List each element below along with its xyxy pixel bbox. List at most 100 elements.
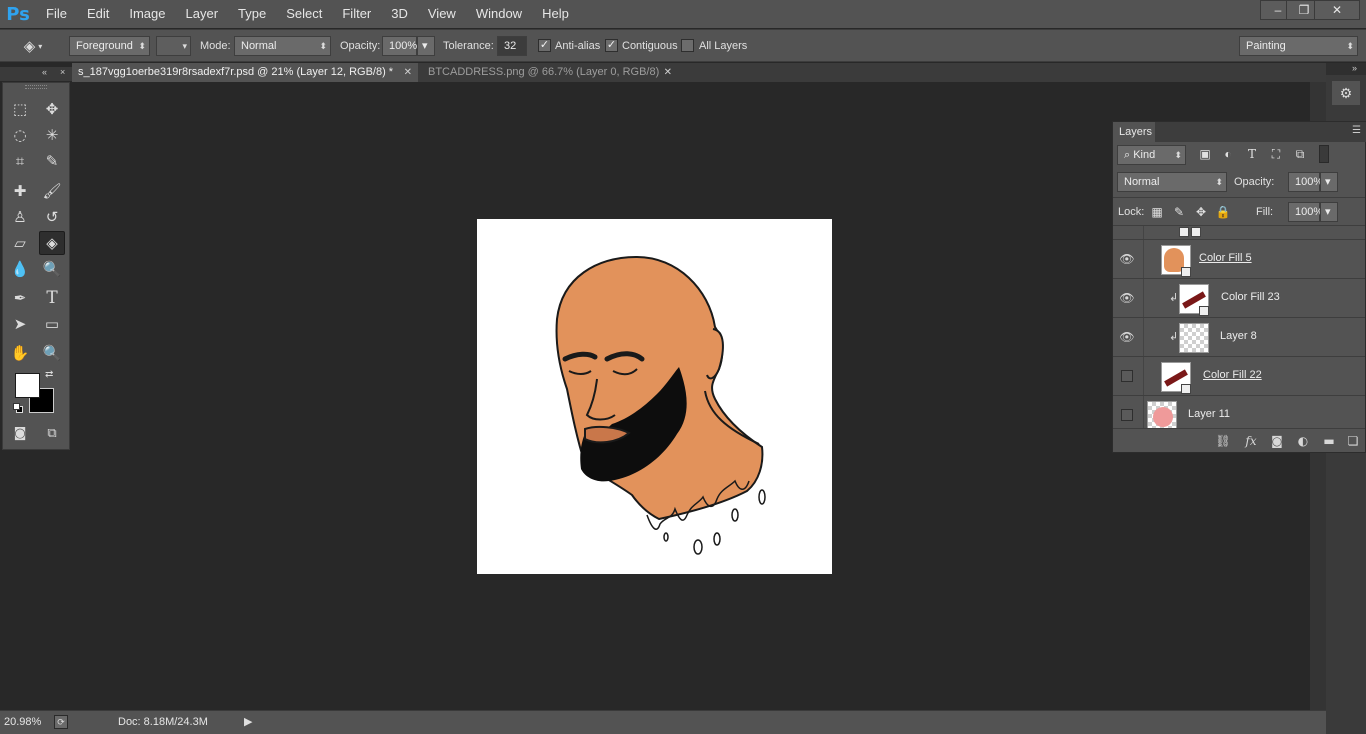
magic-wand-icon[interactable]: ✳ xyxy=(39,123,65,147)
tolerance-field[interactable]: 32 xyxy=(497,36,527,56)
new-group-icon[interactable]: ▬ xyxy=(1321,434,1337,448)
tool-preset-paint-bucket-icon[interactable]: ◈ ▾ xyxy=(18,34,48,58)
layer-name: Color Fill 5 xyxy=(1199,252,1252,264)
move-icon[interactable]: ✥ xyxy=(39,97,65,121)
menu-filter[interactable]: Filter xyxy=(332,0,381,28)
adjustment-layer-icon[interactable]: ◐ xyxy=(1295,434,1311,448)
menu-layer[interactable]: Layer xyxy=(176,0,229,28)
menu-edit[interactable]: Edit xyxy=(77,0,119,28)
close-button[interactable]: ✕ xyxy=(1314,0,1360,20)
stamp-icon[interactable]: ♙ xyxy=(7,205,33,229)
crop-icon[interactable]: ⌗ xyxy=(7,149,33,173)
layer-row-layer-11[interactable]: Layer 11 xyxy=(1113,395,1365,428)
layer-row-color-fill-22[interactable]: Color Fill 22 xyxy=(1113,356,1365,395)
tab-btcaddress-png[interactable]: BTCADDRESS.png @ 66.7% (Layer 0, RGB/8) … xyxy=(422,63,678,82)
share-icon[interactable]: ⟳ xyxy=(54,715,68,729)
layers-footer: ⛓ fx ◙ ◐ ▬ ❏ xyxy=(1113,428,1365,452)
default-colors-icon[interactable] xyxy=(13,403,23,413)
menu-type[interactable]: Type xyxy=(228,0,276,28)
paint-bucket-icon[interactable]: ◈ xyxy=(39,231,65,255)
tab-psd-document[interactable]: s_187vgg1oerbe319r8rsadexf7r.psd @ 21% (… xyxy=(72,63,418,82)
layer-style-icon[interactable]: fx xyxy=(1243,434,1259,448)
toolpanel-header[interactable]: « × xyxy=(0,67,72,81)
foreground-color-swatch[interactable] xyxy=(15,373,40,398)
swap-colors-icon[interactable]: ⇄ xyxy=(45,369,53,380)
filter-pixel-icon[interactable]: ▣ xyxy=(1197,146,1213,162)
grip-icon[interactable] xyxy=(25,85,47,89)
layer-opacity-label: Opacity: xyxy=(1234,176,1275,188)
add-mask-icon[interactable]: ◙ xyxy=(1269,434,1285,448)
hand-icon[interactable]: ✋ xyxy=(7,341,33,365)
marquee-icon[interactable]: ⬚ xyxy=(7,97,33,121)
close-icon[interactable]: × xyxy=(60,67,65,77)
fill-source-select[interactable]: Foreground ⬍ xyxy=(69,36,150,56)
menu-select[interactable]: Select xyxy=(276,0,332,28)
menu-3d[interactable]: 3D xyxy=(381,0,418,28)
antialias-checkbox[interactable]: ✓ xyxy=(538,39,551,52)
all-layers-checkbox[interactable] xyxy=(681,39,694,52)
lock-pixels-icon[interactable]: ✎ xyxy=(1171,204,1187,220)
lock-transparent-icon[interactable]: ▦ xyxy=(1149,204,1165,220)
filter-type-icon[interactable]: T xyxy=(1244,146,1260,162)
filter-shape-icon[interactable]: ⛶ xyxy=(1268,146,1284,162)
lasso-icon[interactable]: ◌ xyxy=(7,123,33,147)
menu-window[interactable]: Window xyxy=(466,0,532,28)
close-icon[interactable]: ✕ xyxy=(664,63,672,82)
contiguous-checkbox[interactable]: ✓ xyxy=(605,39,618,52)
layer-row-color-fill-5[interactable]: 👁 Color Fill 5 xyxy=(1113,239,1365,278)
brush-icon[interactable]: 🖌 xyxy=(39,179,65,203)
blur-icon[interactable]: 💧 xyxy=(7,257,33,281)
workspace-select[interactable]: Painting ⬍ xyxy=(1239,36,1358,56)
zoom-icon[interactable]: 🔍 xyxy=(39,341,65,365)
document-canvas[interactable] xyxy=(477,219,832,574)
history-brush-icon[interactable]: ↺ xyxy=(39,205,65,229)
screen-mode-icon[interactable]: ⧉ xyxy=(39,421,65,445)
collapse-icon[interactable]: » xyxy=(1352,63,1357,73)
eraser-icon[interactable]: ▱ xyxy=(7,231,33,255)
lock-position-icon[interactable]: ✥ xyxy=(1193,204,1209,220)
filter-smart-object-icon[interactable]: ⧉ xyxy=(1292,146,1308,162)
layer-row-color-fill-23[interactable]: 👁 ↲ Color Fill 23 xyxy=(1113,278,1365,317)
pattern-picker[interactable]: ▾ xyxy=(156,36,191,56)
blend-mode-select[interactable]: Normal ⬍ xyxy=(1117,172,1227,192)
menu-image[interactable]: Image xyxy=(119,0,175,28)
layer-row-partial[interactable] xyxy=(1113,225,1365,239)
menu-help[interactable]: Help xyxy=(532,0,579,28)
lock-all-icon[interactable]: 🔒 xyxy=(1215,204,1231,220)
tab-layers[interactable]: Layers xyxy=(1113,122,1155,142)
menu-view[interactable]: View xyxy=(418,0,466,28)
status-menu-arrow-icon[interactable]: ▶ xyxy=(244,715,252,728)
menu-file[interactable]: File xyxy=(36,0,77,28)
zoom-field[interactable]: 20.98% xyxy=(4,714,44,730)
pen-icon[interactable]: ✒ xyxy=(7,286,33,310)
layer-opacity-field[interactable]: 100% xyxy=(1288,172,1323,192)
panel-menu-icon[interactable]: ☰ xyxy=(1352,125,1361,136)
visibility-toggle[interactable] xyxy=(1121,370,1133,382)
collapse-icon[interactable]: « xyxy=(42,67,47,77)
fill-field[interactable]: 100% xyxy=(1288,202,1323,222)
layer-opacity-dropdown[interactable]: ▾ xyxy=(1320,172,1338,192)
mode-select[interactable]: Normal ⬍ xyxy=(234,36,331,56)
eye-icon[interactable]: 👁 xyxy=(1119,252,1135,266)
properties-panel-icon[interactable]: ⚙ xyxy=(1332,81,1360,105)
opacity-dropdown[interactable]: ▾ xyxy=(417,36,435,56)
healing-icon[interactable]: ✚ xyxy=(7,179,33,203)
new-layer-icon[interactable]: ❏ xyxy=(1345,434,1361,448)
visibility-toggle[interactable] xyxy=(1121,409,1133,421)
type-icon[interactable]: T xyxy=(39,286,65,310)
rectangle-icon[interactable]: ▭ xyxy=(39,312,65,336)
filter-adjustment-icon[interactable]: ◐ xyxy=(1220,146,1236,162)
eyedropper-icon[interactable]: ✎ xyxy=(39,149,65,173)
opacity-field[interactable]: 100% xyxy=(382,36,417,56)
layer-row-layer-8[interactable]: 👁 ↲ Layer 8 xyxy=(1113,317,1365,356)
fill-dropdown[interactable]: ▾ xyxy=(1320,202,1338,222)
eye-icon[interactable]: 👁 xyxy=(1119,330,1135,344)
quick-mask-icon[interactable]: ◙ xyxy=(7,421,33,445)
close-icon[interactable]: ✕ xyxy=(404,63,412,82)
eye-icon[interactable]: 👁 xyxy=(1119,291,1135,305)
dodge-icon[interactable]: 🔍 xyxy=(39,257,65,281)
link-layers-icon[interactable]: ⛓ xyxy=(1215,434,1231,448)
path-select-icon[interactable]: ➤ xyxy=(7,312,33,336)
filter-kind-select[interactable]: ⌕ Kind ⬍ xyxy=(1117,145,1186,165)
filter-toggle-switch[interactable] xyxy=(1319,145,1329,163)
